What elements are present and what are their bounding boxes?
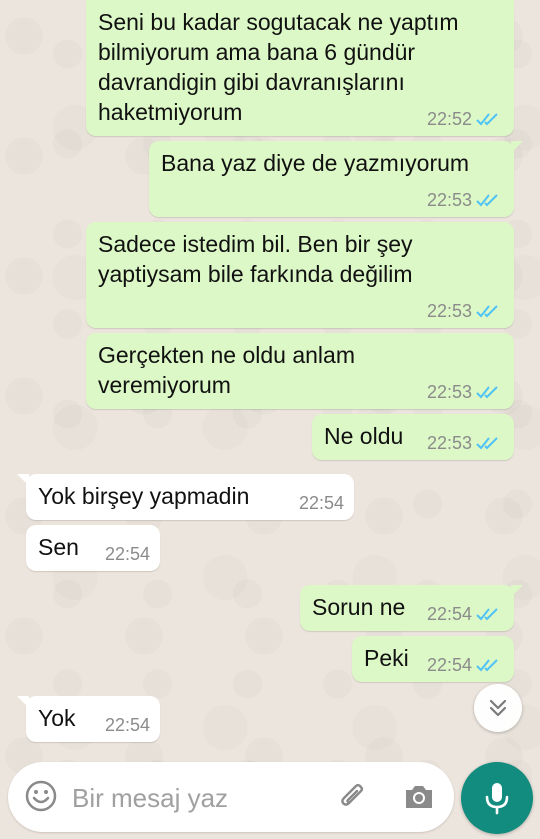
mic-icon	[485, 783, 509, 815]
double-check-icon	[476, 305, 498, 318]
message-meta: 22:53	[427, 189, 502, 211]
message-bubble-outgoing[interactable]: Sorun ne 22:54	[300, 585, 523, 631]
message-time: 22:53	[426, 190, 472, 210]
message-time: 22:52	[426, 109, 472, 129]
message-bubble-outgoing[interactable]: Gerçekten ne oldu anlam veremiyorum 22:5…	[86, 333, 514, 409]
message-bubble-outgoing[interactable]: Peki 22:54	[352, 636, 514, 682]
message-time: 22:54	[426, 655, 472, 675]
message-text: Sadece istedim bil. Ben bir şey yaptiysa…	[98, 231, 419, 287]
message-bubble-outgoing[interactable]: Sadece istedim bil. Ben bir şey yaptiysa…	[86, 222, 514, 328]
message-meta: 22:53	[427, 300, 502, 322]
message-text: Bana yaz diye de yazmıyorum	[161, 150, 470, 176]
message-text: Gerçekten ne oldu anlam veremiyorum	[98, 342, 362, 398]
chevron-double-down-icon	[489, 699, 507, 717]
emoji-button[interactable]	[24, 779, 58, 818]
voice-message-button[interactable]	[461, 762, 533, 834]
message-meta: 22:53	[427, 432, 502, 454]
emoji-icon	[25, 780, 57, 812]
message-meta: 22:53	[427, 381, 502, 403]
message-time: 22:54	[298, 493, 344, 513]
paperclip-icon	[341, 783, 364, 806]
camera-button[interactable]	[402, 780, 436, 819]
message-bubble-outgoing[interactable]: Seni bu kadar sogutacak ne yaptım bilmiy…	[86, 0, 514, 136]
attach-button[interactable]	[336, 780, 370, 819]
message-meta: 22:54	[427, 654, 502, 676]
double-check-icon	[476, 659, 498, 672]
message-time: 22:54	[426, 604, 472, 624]
message-time: 22:53	[426, 433, 472, 453]
double-check-icon	[476, 608, 498, 621]
double-check-icon	[476, 194, 498, 207]
message-time: 22:54	[104, 715, 150, 735]
double-check-icon	[476, 386, 498, 399]
double-check-icon	[476, 113, 498, 126]
message-time: 22:53	[426, 382, 472, 402]
message-bubble-outgoing[interactable]: Bana yaz diye de yazmıyorum 22:53	[149, 141, 523, 217]
message-text: Yok birşey yapmadin	[38, 483, 250, 509]
message-time: 22:53	[426, 301, 472, 321]
message-meta: 22:54	[105, 543, 150, 565]
message-composer	[8, 762, 454, 832]
message-meta: 22:52	[427, 108, 502, 130]
message-bubble-incoming[interactable]: Yok 22:54	[17, 696, 160, 742]
message-bubble-incoming[interactable]: Sen 22:54	[26, 525, 160, 571]
message-bubble-outgoing[interactable]: Ne oldu 22:53	[312, 414, 514, 460]
message-bubble-incoming[interactable]: Yok birşey yapmadin 22:54	[17, 474, 354, 520]
message-list[interactable]: Seni bu kadar sogutacak ne yaptım bilmiy…	[0, 0, 540, 760]
message-meta: 22:54	[299, 492, 344, 514]
message-meta: 22:54	[427, 603, 502, 625]
message-input[interactable]	[70, 778, 324, 818]
double-check-icon	[476, 437, 498, 450]
message-time: 22:54	[104, 544, 150, 564]
scroll-to-bottom-button[interactable]	[474, 684, 522, 732]
camera-icon	[406, 786, 432, 808]
message-meta: 22:54	[105, 714, 150, 736]
